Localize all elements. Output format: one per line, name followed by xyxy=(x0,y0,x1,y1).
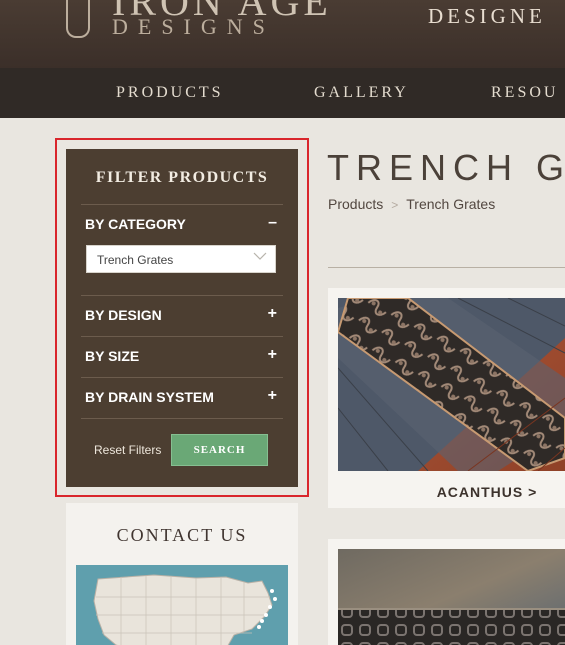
expand-icon[interactable]: + xyxy=(268,346,277,364)
section-label: BY DESIGN xyxy=(85,307,162,323)
section-label: BY DRAIN SYSTEM xyxy=(85,389,214,405)
divider xyxy=(81,204,283,205)
product-card[interactable]: ACANTHUS > xyxy=(328,288,565,508)
logo-mark-icon[interactable] xyxy=(66,0,90,38)
chevron-down-icon xyxy=(253,252,267,260)
trench-grate-photo xyxy=(338,549,565,645)
product-image-acanthus[interactable] xyxy=(338,298,565,471)
category-select[interactable]: Trench Grates xyxy=(86,245,276,273)
reset-filters-link[interactable]: Reset Filters xyxy=(94,443,161,457)
divider xyxy=(81,295,283,296)
header-tagline: DESIGNE xyxy=(428,4,546,28)
section-label: BY CATEGORY xyxy=(85,216,186,232)
nav-item-gallery[interactable]: GALLERY xyxy=(314,84,409,102)
contact-title: CONTACT US xyxy=(116,525,248,545)
nav-item-resources[interactable]: RESOU xyxy=(491,84,558,102)
section-label: BY SIZE xyxy=(85,348,140,364)
expand-icon[interactable]: + xyxy=(268,387,277,405)
filter-section-size[interactable]: BY SIZE + xyxy=(81,346,283,368)
divider xyxy=(81,377,283,378)
product-name-acanthus[interactable]: ACANTHUS > xyxy=(328,484,565,500)
category-select-value: Trench Grates xyxy=(97,253,174,267)
expand-icon[interactable]: + xyxy=(268,305,277,323)
divider xyxy=(81,418,283,419)
us-map[interactable] xyxy=(76,565,288,645)
breadcrumb: Products > Trench Grates xyxy=(328,196,495,212)
collapse-icon[interactable]: – xyxy=(268,214,277,232)
filter-section-category[interactable]: BY CATEGORY – xyxy=(81,214,283,236)
nav-item-products[interactable]: PRODUCTS xyxy=(116,84,224,102)
acanthus-grate-photo xyxy=(338,298,565,471)
breadcrumb-current: Trench Grates xyxy=(406,196,496,212)
us-map-image xyxy=(93,574,277,645)
page-title: TRENCH G xyxy=(327,147,565,188)
filter-section-drain-system[interactable]: BY DRAIN SYSTEM + xyxy=(81,387,283,409)
title-divider xyxy=(328,267,565,268)
filter-section-design[interactable]: BY DESIGN + xyxy=(81,305,283,327)
breadcrumb-separator: > xyxy=(391,198,399,212)
logo-subtitle[interactable]: DESIGNS xyxy=(112,14,275,40)
filter-title: FILTER PRODUCTS xyxy=(95,169,269,186)
filter-panel: FILTER PRODUCTS BY CATEGORY – Trench Gra… xyxy=(66,149,298,487)
product-image-second[interactable] xyxy=(338,549,565,645)
main-nav: PRODUCTS GALLERY RESOU xyxy=(0,68,565,118)
site-header: IRON AGE DESIGNS DESIGNE xyxy=(0,0,565,68)
divider xyxy=(81,336,283,337)
breadcrumb-products[interactable]: Products xyxy=(328,196,383,212)
product-card[interactable] xyxy=(328,539,565,645)
contact-card: CONTACT US xyxy=(66,503,298,645)
search-button[interactable]: SEARCH xyxy=(171,434,268,466)
